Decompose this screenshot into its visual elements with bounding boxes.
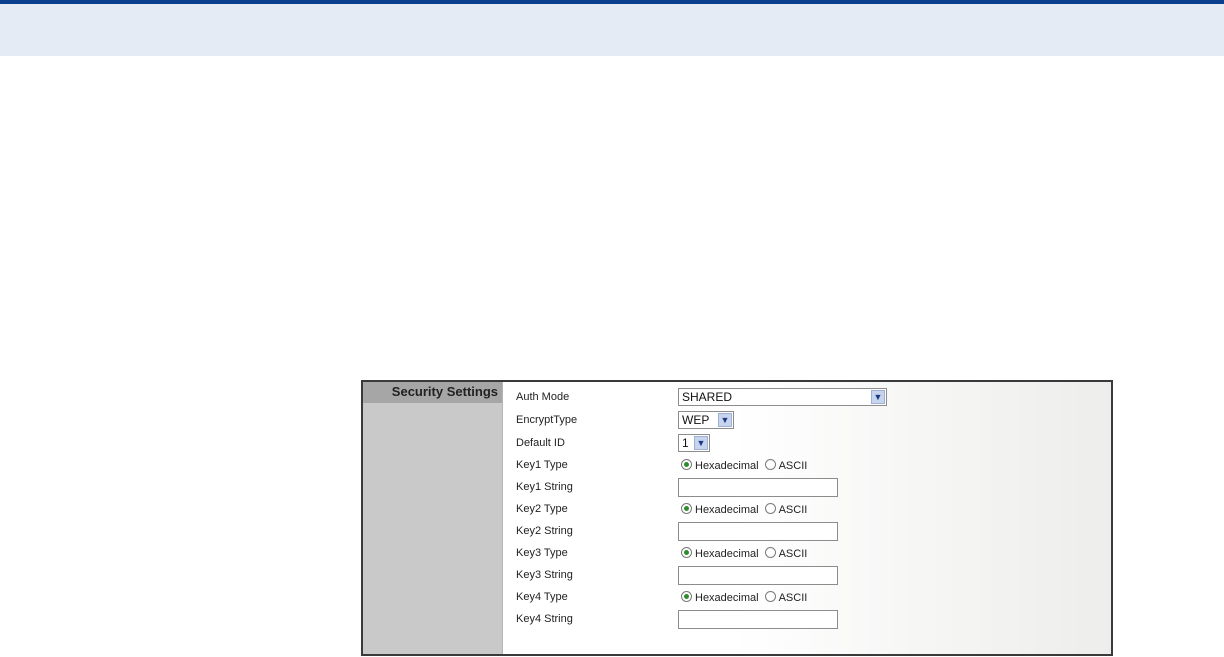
section-title: Security Settings <box>391 384 498 399</box>
key1-hex-label: Hexadecimal <box>695 460 759 472</box>
default-id-label: Default ID <box>516 437 565 449</box>
key3-string-label: Key3 String <box>516 569 573 581</box>
key2-string-row: Key2 String <box>503 521 1111 543</box>
auth-mode-value: SHARED <box>682 390 733 404</box>
encrypt-type-label: EncryptType <box>516 414 578 426</box>
key1-string-row: Key1 String <box>503 477 1111 499</box>
section-sidebar: Security Settings <box>363 382 503 654</box>
key3-type-label: Key3 Type <box>516 547 568 559</box>
key2-hex-radio[interactable] <box>681 503 692 514</box>
key3-type-radio-group: Hexadecimal ASCII <box>681 547 807 560</box>
section-header: Security Settings <box>363 382 502 403</box>
key3-string-input[interactable] <box>678 566 838 585</box>
key3-ascii-label: ASCII <box>778 548 808 560</box>
settings-form: Auth Mode SHARED ▼ EncryptType WEP ▼ Def… <box>503 382 1111 654</box>
key2-string-label: Key2 String <box>516 525 573 537</box>
key1-hex-radio[interactable] <box>681 459 692 470</box>
key4-type-label: Key4 Type <box>516 591 568 603</box>
encrypt-type-row: EncryptType WEP ▼ <box>503 410 1111 432</box>
encrypt-type-value: WEP <box>682 413 710 427</box>
key2-ascii-label: ASCII <box>778 504 808 516</box>
auth-mode-label: Auth Mode <box>516 391 570 403</box>
key2-type-row: Key2 Type Hexadecimal ASCII <box>503 499 1111 521</box>
security-settings-panel: Security Settings Auth Mode SHARED ▼ Enc… <box>361 380 1113 656</box>
auth-mode-row: Auth Mode SHARED ▼ <box>503 387 1111 409</box>
key1-ascii-label: ASCII <box>778 460 808 472</box>
key2-ascii-radio[interactable] <box>764 503 776 514</box>
key3-hex-label: Hexadecimal <box>695 548 759 560</box>
default-id-value: 1 <box>682 436 689 450</box>
key3-type-row: Key3 Type Hexadecimal ASCII <box>503 543 1111 565</box>
key1-ascii-radio[interactable] <box>764 459 776 470</box>
chevron-down-icon[interactable]: ▼ <box>871 390 885 404</box>
chevron-down-icon[interactable]: ▼ <box>718 413 732 427</box>
encrypt-type-select[interactable]: WEP ▼ <box>678 411 734 429</box>
key4-string-row: Key4 String <box>503 609 1111 631</box>
key4-type-row: Key4 Type Hexadecimal ASCII <box>503 587 1111 609</box>
key3-ascii-radio[interactable] <box>764 547 776 558</box>
key4-ascii-label: ASCII <box>778 592 808 604</box>
key4-type-radio-group: Hexadecimal ASCII <box>681 591 807 604</box>
key2-type-radio-group: Hexadecimal ASCII <box>681 503 807 516</box>
key4-string-label: Key4 String <box>516 613 573 625</box>
key2-type-label: Key2 Type <box>516 503 568 515</box>
key3-hex-radio[interactable] <box>681 547 692 558</box>
key1-string-label: Key1 String <box>516 481 573 493</box>
key4-hex-label: Hexadecimal <box>695 592 759 604</box>
key1-string-input[interactable] <box>678 478 838 497</box>
default-id-select[interactable]: 1 ▼ <box>678 434 710 452</box>
key1-type-radio-group: Hexadecimal ASCII <box>681 459 807 472</box>
key4-ascii-radio[interactable] <box>764 591 776 602</box>
chevron-down-icon[interactable]: ▼ <box>694 436 708 450</box>
key2-string-input[interactable] <box>678 522 838 541</box>
key4-string-input[interactable] <box>678 610 838 629</box>
key4-hex-radio[interactable] <box>681 591 692 602</box>
key1-type-row: Key1 Type Hexadecimal ASCII <box>503 455 1111 477</box>
key1-type-label: Key1 Type <box>516 459 568 471</box>
top-banner <box>0 0 1224 56</box>
key2-hex-label: Hexadecimal <box>695 504 759 516</box>
default-id-row: Default ID 1 ▼ <box>503 433 1111 455</box>
key3-string-row: Key3 String <box>503 565 1111 587</box>
auth-mode-select[interactable]: SHARED ▼ <box>678 388 887 406</box>
